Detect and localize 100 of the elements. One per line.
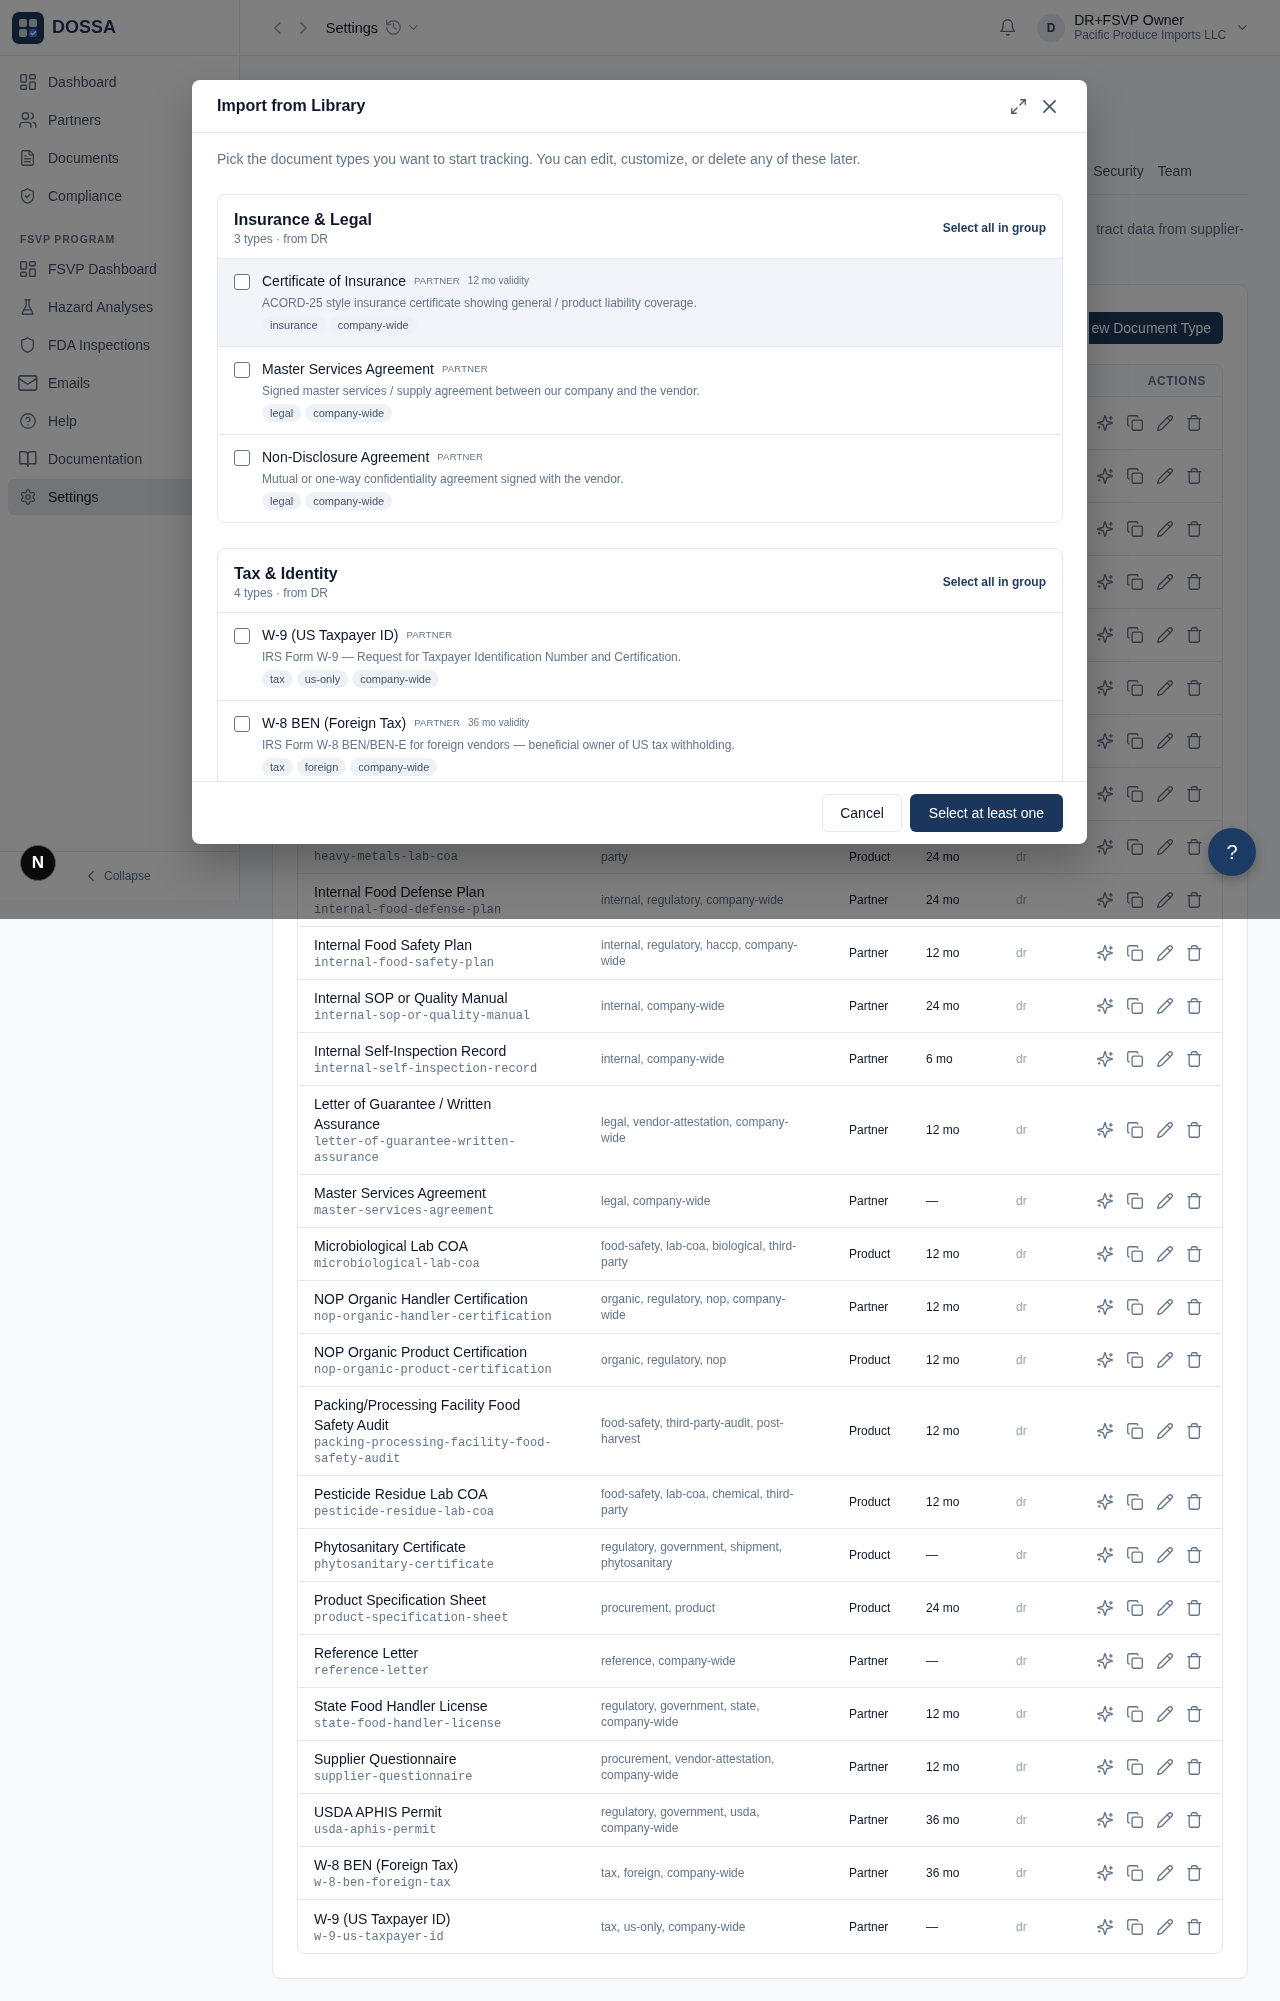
- document-option[interactable]: Non-Disclosure Agreement PARTNER Mutual or one-way confidentiality agreement signed with the vendor. legal company-wide: [218, 434, 1062, 522]
- checkbox[interactable]: [234, 628, 250, 644]
- trash-icon[interactable]: [1187, 680, 1202, 696]
- sparkles-icon[interactable]: [1097, 839, 1114, 855]
- avatar[interactable]: D: [1037, 13, 1066, 42]
- nav-item[interactable]: Compliance: [8, 178, 231, 214]
- trash-icon[interactable]: [1187, 998, 1202, 1014]
- sparkles-icon[interactable]: [1097, 1494, 1114, 1510]
- trash-icon[interactable]: [1187, 1600, 1202, 1616]
- pencil-icon[interactable]: [1157, 998, 1174, 1014]
- pencil-icon[interactable]: [1157, 1494, 1174, 1510]
- trash-icon[interactable]: [1187, 1547, 1202, 1563]
- sparkles-icon[interactable]: [1097, 945, 1114, 961]
- sparkles-icon[interactable]: [1097, 415, 1114, 431]
- pencil-icon[interactable]: [1157, 1812, 1174, 1828]
- pencil-icon[interactable]: [1157, 1600, 1174, 1616]
- sparkles-icon[interactable]: [1097, 1918, 1114, 1935]
- pencil-icon[interactable]: [1157, 1653, 1174, 1669]
- pencil-icon[interactable]: [1157, 1865, 1174, 1881]
- copy-icon[interactable]: [1127, 892, 1144, 908]
- sparkles-icon[interactable]: [1097, 521, 1114, 537]
- copy-icon[interactable]: [1127, 998, 1144, 1014]
- pencil-icon[interactable]: [1157, 415, 1174, 431]
- pencil-icon[interactable]: [1157, 1246, 1174, 1262]
- pencil-icon[interactable]: [1157, 627, 1174, 643]
- copy-icon[interactable]: [1127, 733, 1144, 749]
- sparkles-icon[interactable]: [1097, 892, 1114, 908]
- checkbox[interactable]: [234, 450, 250, 466]
- sparkles-icon[interactable]: [1097, 1352, 1114, 1368]
- pencil-icon[interactable]: [1157, 1352, 1174, 1368]
- sparkles-icon[interactable]: [1097, 1122, 1114, 1138]
- copy-icon[interactable]: [1127, 786, 1144, 802]
- sparkles-icon[interactable]: [1097, 1423, 1114, 1439]
- sparkles-icon[interactable]: [1097, 574, 1114, 590]
- checkbox[interactable]: [234, 274, 250, 290]
- sparkles-icon[interactable]: [1097, 1706, 1114, 1722]
- trash-icon[interactable]: [1187, 574, 1202, 590]
- trash-icon[interactable]: [1187, 892, 1202, 908]
- trash-icon[interactable]: [1187, 1865, 1202, 1881]
- sparkles-icon[interactable]: [1097, 1865, 1114, 1881]
- pencil-icon[interactable]: [1157, 1122, 1174, 1138]
- pencil-icon[interactable]: [1157, 1051, 1174, 1067]
- copy-icon[interactable]: [1127, 521, 1144, 537]
- copy-icon[interactable]: [1127, 1812, 1144, 1828]
- trash-icon[interactable]: [1187, 1122, 1202, 1138]
- trash-icon[interactable]: [1187, 1423, 1202, 1439]
- document-option[interactable]: Certificate of Insurance PARTNER 12 mo validity ACORD-25 style insurance certificate showing general / product liability coverage. insurance company-wide: [218, 258, 1062, 346]
- sparkles-icon[interactable]: [1097, 1051, 1114, 1067]
- copy-icon[interactable]: [1127, 1653, 1144, 1669]
- sparkles-icon[interactable]: [1097, 1600, 1114, 1616]
- pencil-icon[interactable]: [1157, 786, 1174, 802]
- pencil-icon[interactable]: [1157, 1706, 1174, 1722]
- copy-icon[interactable]: [1127, 1600, 1144, 1616]
- sparkles-icon[interactable]: [1097, 733, 1114, 749]
- sparkles-icon[interactable]: [1097, 1246, 1114, 1262]
- trash-icon[interactable]: [1187, 839, 1202, 855]
- sparkles-icon[interactable]: [1097, 680, 1114, 696]
- pencil-icon[interactable]: [1157, 1547, 1174, 1563]
- copy-icon[interactable]: [1127, 1547, 1144, 1563]
- pencil-icon[interactable]: [1157, 945, 1174, 961]
- sparkles-icon[interactable]: [1097, 1653, 1114, 1669]
- copy-icon[interactable]: [1127, 680, 1144, 696]
- pencil-icon[interactable]: [1157, 1759, 1174, 1775]
- close-icon[interactable]: [1043, 99, 1056, 113]
- trash-icon[interactable]: [1187, 1653, 1202, 1669]
- copy-icon[interactable]: [1127, 1122, 1144, 1138]
- pencil-icon[interactable]: [1157, 521, 1174, 537]
- pencil-icon[interactable]: [1157, 468, 1174, 484]
- trash-icon[interactable]: [1187, 733, 1202, 749]
- copy-icon[interactable]: [1127, 1759, 1144, 1775]
- nav-item[interactable]: Dashboard: [8, 64, 231, 100]
- pencil-icon[interactable]: [1157, 1423, 1174, 1439]
- sparkles-icon[interactable]: [1097, 627, 1114, 643]
- copy-icon[interactable]: [1127, 945, 1144, 961]
- new-document-type-button[interactable]: ew Document Type: [1089, 312, 1223, 344]
- confirm-button[interactable]: Select at least one: [909, 794, 1063, 832]
- copy-icon[interactable]: [1127, 1246, 1144, 1262]
- trash-icon[interactable]: [1187, 1299, 1202, 1315]
- sparkles-icon[interactable]: [1097, 1299, 1114, 1315]
- copy-icon[interactable]: [1127, 468, 1144, 484]
- trash-icon[interactable]: [1187, 521, 1202, 537]
- select-all-link[interactable]: Select all in group: [942, 219, 1046, 237]
- copy-icon[interactable]: [1127, 1423, 1144, 1439]
- sparkles-icon[interactable]: [1097, 1759, 1114, 1775]
- chevron-down-icon[interactable]: [1238, 25, 1247, 30]
- tab[interactable]: Team: [1157, 161, 1192, 195]
- trash-icon[interactable]: [1187, 1246, 1202, 1262]
- sparkles-icon[interactable]: [1097, 786, 1114, 802]
- trash-icon[interactable]: [1187, 1918, 1202, 1935]
- trash-icon[interactable]: [1187, 1352, 1202, 1368]
- sparkles-icon[interactable]: [1097, 468, 1114, 484]
- collapse-button[interactable]: Collapse: [82, 865, 157, 887]
- copy-icon[interactable]: [1127, 1051, 1144, 1067]
- trash-icon[interactable]: [1187, 415, 1202, 431]
- trash-icon[interactable]: [1187, 1051, 1202, 1067]
- trash-icon[interactable]: [1187, 1706, 1202, 1722]
- pencil-icon[interactable]: [1157, 839, 1174, 855]
- copy-icon[interactable]: [1127, 839, 1144, 855]
- pencil-icon[interactable]: [1157, 680, 1174, 696]
- copy-icon[interactable]: [1127, 415, 1144, 431]
